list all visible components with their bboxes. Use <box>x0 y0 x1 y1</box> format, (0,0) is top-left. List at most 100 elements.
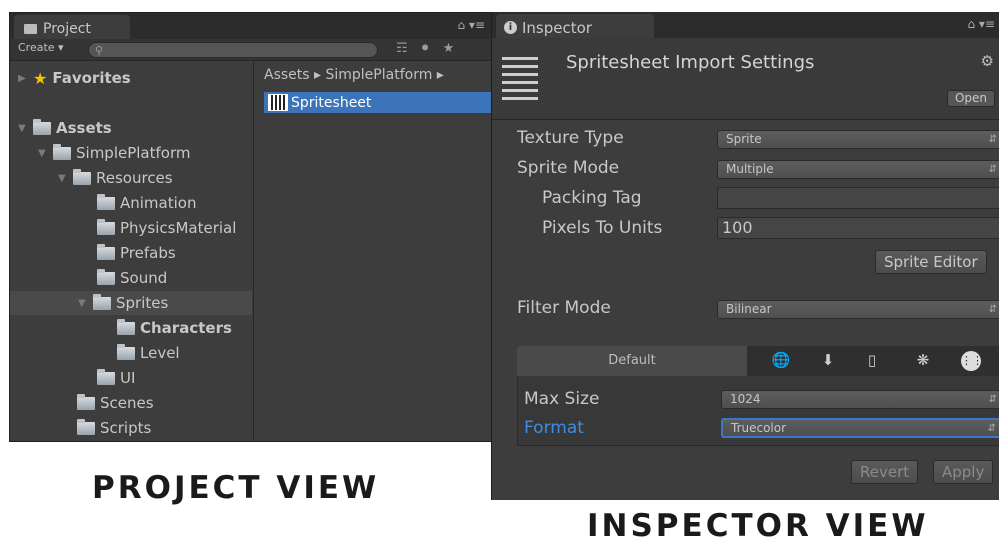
favorite-star-icon[interactable]: ★ <box>443 41 455 56</box>
tree-item-label: Favorites <box>52 69 131 87</box>
tree-item-scenes[interactable]: Scenes <box>77 391 154 415</box>
project-tab-icon <box>24 23 37 34</box>
tree-item-label: UI <box>120 369 136 387</box>
platform-tabs: Default 🌐 ⬇ ▯ ❋ ⋮⋮ <box>517 346 999 376</box>
folder-icon <box>117 318 135 335</box>
apply-button[interactable]: Apply <box>933 460 994 484</box>
folder-icon <box>97 268 115 285</box>
download-icon[interactable]: ⬇ <box>816 351 840 369</box>
tree-item-favorites[interactable]: ▶ ★ Favorites <box>18 66 131 90</box>
texture-type-value: Sprite <box>726 132 762 146</box>
folder-icon <box>77 418 95 435</box>
folder-icon <box>97 218 115 235</box>
folder-icon <box>33 118 51 135</box>
filter-mode-label: Filter Mode <box>517 298 611 318</box>
collapsed-arrow-icon[interactable]: ▶ <box>18 73 28 84</box>
tree-item-label: Level <box>140 344 180 362</box>
filter-by-label-icon[interactable]: ⚫ <box>420 41 431 56</box>
folder-icon <box>77 393 95 410</box>
tree-item-label: Animation <box>120 194 197 212</box>
tree-item-sound[interactable]: Sound <box>97 266 167 290</box>
expanded-arrow-icon[interactable]: ▼ <box>78 298 88 309</box>
tree-item-characters[interactable]: Characters <box>117 316 232 340</box>
phone-icon[interactable]: ▯ <box>860 351 884 369</box>
texture-type-label: Texture Type <box>517 128 624 148</box>
tree-item-label: SimplePlatform <box>76 144 191 162</box>
star-icon: ★ <box>33 68 48 88</box>
folder-icon <box>53 143 71 160</box>
project-asset-pane: Assets ▸ SimplePlatform ▸ Spritesheet <box>253 62 495 441</box>
tree-item-label: Characters <box>140 319 232 337</box>
filter-mode-dropdown[interactable]: Bilinear ⇵ <box>717 300 999 319</box>
inspector-panel: i Inspector ⌂ ▾≡ Spritesheet Import Sett… <box>491 12 999 500</box>
pixels-to-units-label: Pixels To Units <box>542 218 663 238</box>
sprite-editor-button[interactable]: Sprite Editor <box>875 250 987 274</box>
folder-icon <box>73 168 91 185</box>
inspector-tabbar: i Inspector ⌂ ▾≡ <box>492 12 999 38</box>
android-icon[interactable]: ❋ <box>911 351 935 369</box>
inspector-tab-menu-icon[interactable]: ⌂ ▾≡ <box>967 17 995 31</box>
sprite-mode-value: Multiple <box>726 162 774 176</box>
project-panel: Project ⌂ ▾≡ Create ▾ ⚲ ☶ ⚫ ★ ▶ ★ Favori… <box>9 12 496 442</box>
sprite-mode-dropdown[interactable]: Multiple ⇵ <box>717 160 999 179</box>
project-toolbar: Create ▾ ⚲ ☶ ⚫ ★ <box>10 39 495 61</box>
dropdown-arrow-icon: ⇵ <box>988 394 997 405</box>
folder-icon <box>93 293 111 310</box>
tab-platform-default[interactable]: Default <box>517 346 747 376</box>
spritesheet-thumbnail-icon <box>268 94 288 111</box>
sprite-mode-label: Sprite Mode <box>517 158 620 178</box>
format-dropdown[interactable]: Truecolor ⇵ <box>721 418 999 438</box>
tree-item-scripts[interactable]: Scripts <box>77 416 151 440</box>
format-value: Truecolor <box>731 421 787 435</box>
inspector-header: Spritesheet Import Settings ⚙ Open <box>492 38 999 120</box>
inspector-title: Spritesheet Import Settings <box>566 52 815 73</box>
toolbar-icons: ☶ ⚫ ★ <box>396 41 454 56</box>
texture-type-dropdown[interactable]: Sprite ⇵ <box>717 130 999 149</box>
open-button[interactable]: Open <box>946 90 995 107</box>
filter-by-type-icon[interactable]: ☶ <box>396 41 408 56</box>
max-size-dropdown[interactable]: 1024 ⇵ <box>721 390 999 409</box>
breadcrumb[interactable]: Assets ▸ SimplePlatform ▸ <box>264 67 444 83</box>
search-input[interactable]: ⚲ <box>88 42 378 58</box>
format-label: Format <box>524 418 584 438</box>
tree-item-prefabs[interactable]: Prefabs <box>97 241 176 265</box>
dropdown-arrow-icon: ⇵ <box>987 423 996 434</box>
tree-item-ui[interactable]: UI <box>97 366 135 390</box>
expanded-arrow-icon[interactable]: ▼ <box>18 123 28 134</box>
create-dropdown[interactable]: Create ▾ <box>18 41 64 54</box>
tree-item-sprites[interactable]: ▼ Sprites <box>78 291 168 315</box>
asset-item-spritesheet[interactable]: Spritesheet <box>264 92 495 113</box>
info-icon: i <box>504 21 517 34</box>
asset-item-label: Spritesheet <box>291 94 372 111</box>
gear-icon[interactable]: ⚙ <box>981 52 994 70</box>
dropdown-arrow-icon: ⇵ <box>988 304 997 315</box>
folder-icon <box>97 243 115 260</box>
globe-icon[interactable]: 🌐 <box>769 351 793 369</box>
filter-mode-value: Bilinear <box>726 302 772 316</box>
revert-button[interactable]: Revert <box>851 460 919 484</box>
tree-item-label: Scripts <box>100 419 152 437</box>
tree-item-label: Prefabs <box>120 244 176 262</box>
packing-tag-field[interactable] <box>717 187 999 209</box>
tree-item-simpleplatform[interactable]: ▼ SimplePlatform <box>38 141 190 165</box>
blackberry-icon[interactable]: ⋮⋮ <box>961 351 983 371</box>
tab-project[interactable]: Project <box>14 15 130 39</box>
project-tab-menu-icon[interactable]: ⌂ ▾≡ <box>457 18 485 32</box>
tree-item-physicsmaterial[interactable]: PhysicsMaterial <box>97 216 236 240</box>
spritesheet-preview-icon <box>502 52 538 100</box>
tree-item-label: PhysicsMaterial <box>120 219 237 237</box>
max-size-label: Max Size <box>524 389 600 409</box>
tree-item-resources[interactable]: ▼ Resources <box>58 166 173 190</box>
tree-item-label: Sprites <box>116 294 169 312</box>
tree-item-level[interactable]: Level <box>117 341 180 365</box>
folder-icon <box>97 368 115 385</box>
pixels-to-units-field[interactable]: 100 <box>717 217 999 239</box>
tab-inspector[interactable]: i Inspector <box>496 14 654 38</box>
expanded-arrow-icon[interactable]: ▼ <box>58 173 68 184</box>
folder-icon <box>117 343 135 360</box>
tree-item-animation[interactable]: Animation <box>97 191 196 215</box>
project-folder-tree: ▶ ★ Favorites ▼ Assets ▼ SimplePlatform … <box>10 62 252 441</box>
project-tabbar: Project ⌂ ▾≡ <box>10 13 495 39</box>
expanded-arrow-icon[interactable]: ▼ <box>38 148 48 159</box>
tree-item-assets[interactable]: ▼ Assets <box>18 116 112 140</box>
